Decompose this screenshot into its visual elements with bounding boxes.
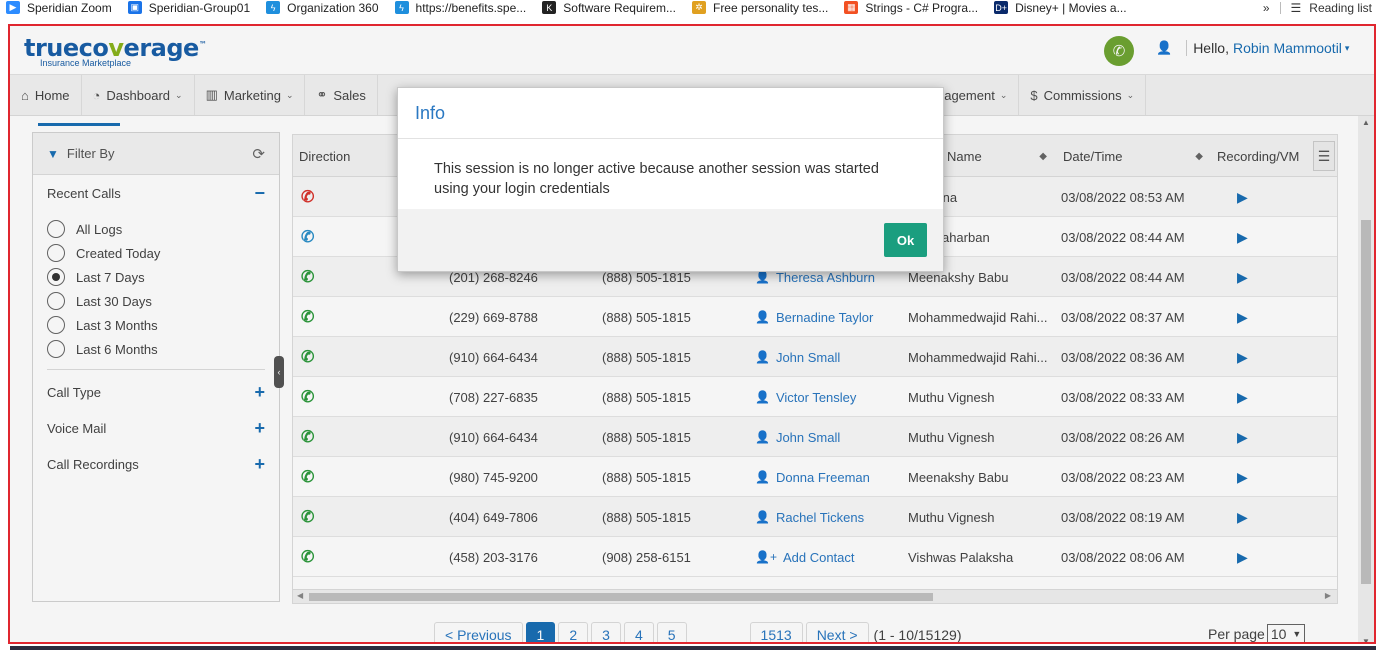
bookmark-item[interactable]: ϟ Organization 360 [260,1,388,15]
bookmark-label: Speridian Zoom [27,0,112,15]
reading-list-icon[interactable]: ☰ [1291,1,1302,15]
bookmarks-more-button[interactable]: » [1263,1,1270,15]
bookmark-item[interactable]: ▶ Speridian Zoom [0,1,122,15]
bookmark-item[interactable]: K Software Requirem... [536,1,686,15]
salesforce-bolt-icon: ϟ [394,1,409,14]
zoom-icon: ▶ [6,1,20,14]
dialog-footer: Ok [398,209,943,271]
bookmark-item[interactable]: ▣ Speridian-Group01 [122,1,260,15]
bookmark-label: Strings - C# Progra... [865,0,979,15]
bookmark-item[interactable]: D+ Disney+ | Movies a... [988,1,1137,15]
ok-button[interactable]: Ok [884,223,927,257]
bookmark-label: Free personality tes... [712,0,829,15]
disney-logo-icon: D+ [994,1,1009,14]
bookmarks-bar: ▶ Speridian Zoom ▣ Speridian-Group01 ϟ Organi… [0,0,1382,15]
bookmark-item[interactable]: ▦ Strings - C# Progra... [838,1,988,15]
bookmark-label: Organization 360 [287,0,379,15]
dialog-message: This session is no longer active because… [434,161,879,197]
dots-logo-icon: ✲ [691,1,706,14]
divider [1279,1,1281,14]
bookmark-label: Disney+ | Movies a... [1015,0,1127,15]
bookmark-item[interactable]: ✲ Free personality tes... [686,1,838,15]
info-dialog: Info This session is no longer active be… [397,87,944,272]
k-logo-icon: K [542,1,557,14]
windows-logo-icon: ▦ [844,1,859,14]
contact-card-icon: ▣ [127,1,142,14]
bookmark-label: https://benefits.spe... [415,0,527,15]
bookmarks-right: » ☰ Reading list [1263,0,1372,15]
bookmark-label: Software Requirem... [563,0,676,15]
reading-list-button[interactable]: Reading list [1309,1,1372,15]
salesforce-bolt-icon: ϟ [266,1,281,14]
dialog-title: Info [398,88,943,139]
bookmark-label: Speridian-Group01 [148,0,251,15]
bottom-strip [0,646,1382,667]
bookmark-item[interactable]: ϟ https://benefits.spe... [389,1,537,15]
